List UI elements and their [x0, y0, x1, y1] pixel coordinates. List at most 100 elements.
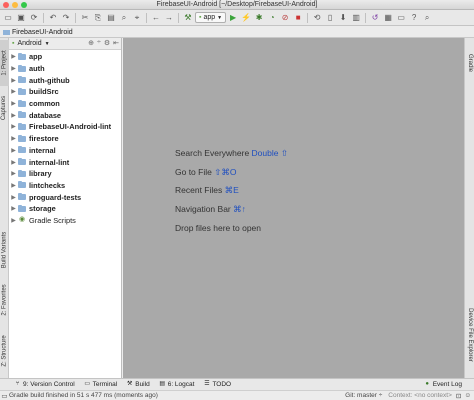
tree-item[interactable]: ▶ lintchecks — [9, 180, 121, 192]
tree-item-label: lintchecks — [29, 180, 66, 190]
chevron-right-icon[interactable]: ▶ — [9, 123, 18, 130]
tree-item[interactable]: ▶ internal — [9, 145, 121, 157]
tree-item[interactable]: ▶ auth-github — [9, 74, 121, 86]
lock-icon[interactable]: ⊡ — [456, 392, 461, 400]
undo-icon[interactable]: ↶ — [47, 12, 59, 24]
chevron-right-icon[interactable]: ▶ — [9, 205, 18, 212]
chevron-right-icon[interactable]: ▶ — [9, 65, 18, 72]
tree-item[interactable]: ▶ library — [9, 168, 121, 180]
shortcut-key: ⌘↑ — [233, 204, 246, 214]
copy-icon[interactable]: ⎘ — [92, 12, 104, 24]
chevron-right-icon[interactable]: ▶ — [9, 147, 18, 154]
profile-icon[interactable]: ◔ — [266, 12, 278, 24]
chevron-right-icon[interactable]: ▶ — [9, 53, 18, 60]
redo-icon[interactable]: ↷ — [60, 12, 72, 24]
tree-item[interactable]: ▶ buildSrc — [9, 86, 121, 98]
find-icon[interactable]: ⌕ — [118, 12, 130, 24]
debug-icon[interactable]: ✱ — [253, 12, 265, 24]
sync-icon[interactable]: ⟳ — [28, 12, 40, 24]
tree-item[interactable]: ▶ FirebaseUI-Android-lint — [9, 121, 121, 133]
tab-todo[interactable]: ☰ TODO — [203, 381, 231, 388]
chevron-down-icon[interactable]: ▼ — [45, 41, 50, 47]
search-everywhere-icon[interactable]: ⌕ — [421, 12, 433, 24]
tab-build[interactable]: ⚒ Build — [126, 381, 150, 388]
tree-item[interactable]: ▶ app — [9, 51, 121, 63]
device-manager-icon[interactable]: ▥ — [350, 12, 362, 24]
tab-gradle[interactable]: Gradle — [465, 48, 474, 78]
sdk-manager-icon[interactable]: ⬇ — [337, 12, 349, 24]
breadcrumb-project[interactable]: FirebaseUI-Android — [12, 29, 73, 36]
editor-hint: Recent Files ⌘E — [175, 185, 239, 196]
chevron-right-icon[interactable]: ▶ — [9, 100, 18, 107]
tree-item-label: auth — [29, 64, 45, 74]
forward-icon[interactable]: → — [163, 12, 175, 24]
help-icon[interactable]: ? — [408, 12, 420, 24]
git-branch[interactable]: Git: master ÷ — [345, 392, 382, 399]
tree-item[interactable]: ▶ internal-lint — [9, 156, 121, 168]
module-folder-icon — [18, 181, 26, 189]
editor-empty-area[interactable]: Search Everywhere Double ⇧ Go to File ⇧⌘O… — [123, 38, 464, 378]
close-window-icon[interactable] — [3, 2, 9, 8]
chevron-right-icon[interactable]: ▶ — [9, 182, 18, 189]
stop-icon[interactable]: ■ — [292, 12, 304, 24]
sync-scroll-icon[interactable]: ⊕ — [88, 39, 94, 47]
chevron-right-icon[interactable]: ▶ — [9, 159, 18, 166]
status-toggle-icon[interactable]: ▭ — [0, 392, 9, 400]
chevron-right-icon[interactable]: ▶ — [9, 217, 18, 224]
status-message[interactable]: Gradle build finished in 51 s 477 ms (mo… — [9, 392, 345, 399]
inspector-icon[interactable]: ☺ — [464, 392, 471, 399]
save-all-icon[interactable]: ▣ — [15, 12, 27, 24]
cut-icon[interactable]: ✂ — [79, 12, 91, 24]
apply-changes-icon[interactable]: ⚡ — [240, 12, 252, 24]
layout-inspector-icon[interactable]: ▦ — [382, 12, 394, 24]
attach-debugger-icon[interactable]: ⊘ — [279, 12, 291, 24]
zoom-window-icon[interactable] — [21, 2, 27, 8]
tree-item[interactable]: ▶ firestore — [9, 133, 121, 145]
chevron-right-icon[interactable]: ▶ — [9, 170, 18, 177]
terminal-icon[interactable]: ▭ — [395, 12, 407, 24]
tree-item[interactable]: ▶ storage — [9, 203, 121, 215]
context-indicator[interactable]: Context: <no context> — [388, 392, 452, 399]
bottom-tool-bar: ⑂ 9: Version Control ▭ Terminal ⚒ Build … — [0, 378, 474, 390]
paste-icon[interactable]: ▤ — [105, 12, 117, 24]
chevron-right-icon[interactable]: ▶ — [9, 112, 18, 119]
chevron-right-icon[interactable]: ▶ — [9, 194, 18, 201]
tab-terminal[interactable]: ▭ Terminal — [84, 381, 117, 388]
tree-item[interactable]: ▶ database — [9, 109, 121, 121]
sync-gradle-icon[interactable]: ⟲ — [311, 12, 323, 24]
tree-item[interactable]: ▶ common — [9, 98, 121, 110]
tree-item-label: storage — [29, 204, 56, 214]
tree-item[interactable]: ▶ proguard-tests — [9, 191, 121, 203]
run-icon[interactable]: ▶ — [227, 12, 239, 24]
tab-build-variants[interactable]: Build Variants — [0, 218, 9, 282]
tree-item-label: FirebaseUI-Android-lint — [29, 122, 112, 132]
tab-logcat[interactable]: ▤ 6: Logcat — [159, 381, 194, 388]
tab-favorites[interactable]: 2: Favorites — [0, 278, 9, 322]
tree-item[interactable]: ▶ ◉ Gradle Scripts — [9, 215, 121, 227]
chevron-right-icon[interactable]: ▶ — [9, 135, 18, 142]
minimize-window-icon[interactable] — [12, 2, 18, 8]
hide-panel-icon[interactable]: ⇤ — [113, 39, 119, 47]
open-folder-icon[interactable]: ▭ — [2, 12, 14, 24]
chevron-right-icon[interactable]: ▶ — [9, 77, 18, 84]
make-project-icon[interactable]: ⚒ — [182, 12, 194, 24]
tab-project[interactable]: 1: Project — [0, 40, 9, 86]
back-icon[interactable]: ← — [150, 12, 162, 24]
module-folder-icon — [18, 122, 26, 130]
tab-structure[interactable]: Z: Structure — [0, 330, 9, 372]
collapse-all-icon[interactable]: ÷ — [97, 39, 101, 47]
avd-manager-icon[interactable]: ▯ — [324, 12, 336, 24]
gear-icon[interactable]: ⚙ — [104, 39, 110, 47]
chevron-right-icon[interactable]: ▶ — [9, 88, 18, 95]
project-view-mode[interactable]: Android — [17, 40, 41, 47]
tab-captures[interactable]: Captures — [0, 90, 9, 126]
replace-icon[interactable]: ⌖ — [131, 12, 143, 24]
tree-item-label: internal — [29, 145, 56, 155]
tab-event-log[interactable]: ● Event Log — [424, 381, 462, 388]
run-config-select[interactable]: ▪ app ▼ — [195, 12, 227, 23]
undo-changes-icon[interactable]: ↺ — [369, 12, 381, 24]
tab-version-control[interactable]: ⑂ 9: Version Control — [14, 381, 75, 388]
toolbar-separator — [43, 12, 44, 23]
tab-device-file-explorer[interactable]: Device File Explorer — [465, 296, 474, 374]
tree-item[interactable]: ▶ auth — [9, 63, 121, 75]
